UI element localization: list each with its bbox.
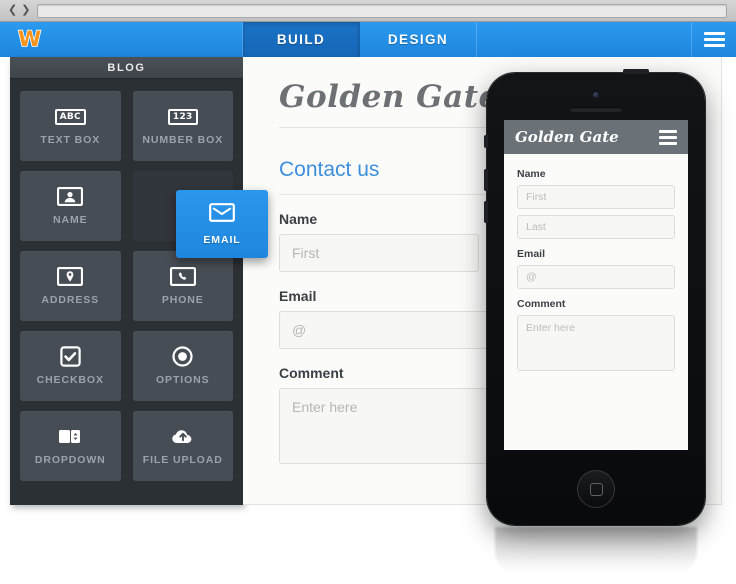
tab-build[interactable]: BUILD xyxy=(243,22,360,57)
tile-file-upload[interactable]: FILE UPLOAD xyxy=(132,411,233,481)
tile-address[interactable]: ADDRESS xyxy=(20,251,121,321)
dropdown-icon xyxy=(57,427,83,447)
person-card-icon xyxy=(57,187,84,207)
tab-build-label: BUILD xyxy=(276,32,326,47)
tile-label: TEXT BOX xyxy=(40,133,101,146)
earpiece-speaker-icon xyxy=(570,107,622,112)
tile-label: OPTIONS xyxy=(155,373,210,386)
phone-site-title: Golden Gate xyxy=(515,128,619,146)
elements-sidebar: BLOG ABC TEXT BOX 123 NUMBER BOX NAME AD… xyxy=(10,57,243,505)
phone-screen: Golden Gate Name First Last Email @ Comm… xyxy=(504,120,688,450)
tile-label: FILE UPLOAD xyxy=(142,453,223,466)
number-box-icon: 123 xyxy=(167,107,198,127)
sidebar-header: BLOG xyxy=(10,57,243,79)
phone-form: Name First Last Email @ Comment Enter he… xyxy=(504,154,688,371)
tile-label: CHECKBOX xyxy=(36,373,104,386)
toolbar-spacer xyxy=(477,22,692,57)
dragged-tile-label: EMAIL xyxy=(203,233,241,246)
back-icon[interactable]: ❮ xyxy=(8,5,18,16)
map-pin-icon xyxy=(57,267,84,287)
browser-nav-arrows[interactable]: ❮ ❯ xyxy=(8,5,31,16)
phone-hamburger-menu-icon[interactable] xyxy=(659,129,677,145)
brand-logo[interactable]: W xyxy=(0,22,243,57)
app-toolbar: W BUILD DESIGN xyxy=(0,22,736,57)
tile-label: DROPDOWN xyxy=(34,453,106,466)
weebly-w-icon: W xyxy=(17,27,42,51)
name-first-input[interactable]: First xyxy=(279,234,479,272)
mute-switch xyxy=(484,135,488,148)
phone-handset-icon xyxy=(169,267,196,287)
tile-dropdown[interactable]: DROPDOWN xyxy=(20,411,121,481)
phone-last-input[interactable]: Last xyxy=(517,215,675,239)
checkbox-icon xyxy=(57,346,83,367)
front-camera-icon xyxy=(593,92,599,98)
tab-design-label: DESIGN xyxy=(387,32,449,47)
element-tile-grid: ABC TEXT BOX 123 NUMBER BOX NAME ADDRESS… xyxy=(10,79,243,493)
envelope-icon xyxy=(209,202,235,227)
volume-down-button xyxy=(484,201,488,223)
phone-email-label: Email xyxy=(517,248,546,260)
tile-name[interactable]: NAME xyxy=(20,171,121,241)
phone-site-header: Golden Gate xyxy=(504,120,688,154)
tile-number-box[interactable]: 123 NUMBER BOX xyxy=(132,91,233,161)
phone-email-input[interactable]: @ xyxy=(517,265,675,289)
app-window: ❮ ❯ W BUILD DESIGN BLOG ABC TEXT BOX 123… xyxy=(0,0,736,584)
tab-design[interactable]: DESIGN xyxy=(360,22,477,57)
tile-label: NUMBER BOX xyxy=(142,133,224,146)
dragged-tile-email[interactable]: EMAIL xyxy=(176,190,268,258)
phone-comment-textarea[interactable]: Enter here xyxy=(517,315,675,371)
hamburger-menu-icon[interactable] xyxy=(692,22,736,57)
tile-label: PHONE xyxy=(161,293,204,306)
browser-toolbar: ❮ ❯ xyxy=(0,0,736,22)
forward-icon[interactable]: ❯ xyxy=(21,5,31,16)
cloud-upload-icon xyxy=(170,427,196,447)
tile-checkbox[interactable]: CHECKBOX xyxy=(20,331,121,401)
abc-box-icon: ABC xyxy=(54,107,86,127)
tile-phone[interactable]: PHONE xyxy=(132,251,233,321)
tile-label: ADDRESS xyxy=(41,293,100,306)
tile-options[interactable]: OPTIONS xyxy=(132,331,233,401)
radio-button-icon xyxy=(170,346,196,367)
tile-text-box[interactable]: ABC TEXT BOX xyxy=(20,91,121,161)
home-button-icon[interactable] xyxy=(577,470,615,508)
phone-comment-label: Comment xyxy=(517,298,566,310)
phone-name-label: Name xyxy=(517,168,546,180)
phone-reflection xyxy=(495,527,697,573)
volume-up-button xyxy=(484,169,488,191)
url-input[interactable] xyxy=(37,3,727,18)
phone-mockup: Golden Gate Name First Last Email @ Comm… xyxy=(484,69,705,525)
phone-first-input[interactable]: First xyxy=(517,185,675,209)
tile-label: NAME xyxy=(52,213,88,226)
